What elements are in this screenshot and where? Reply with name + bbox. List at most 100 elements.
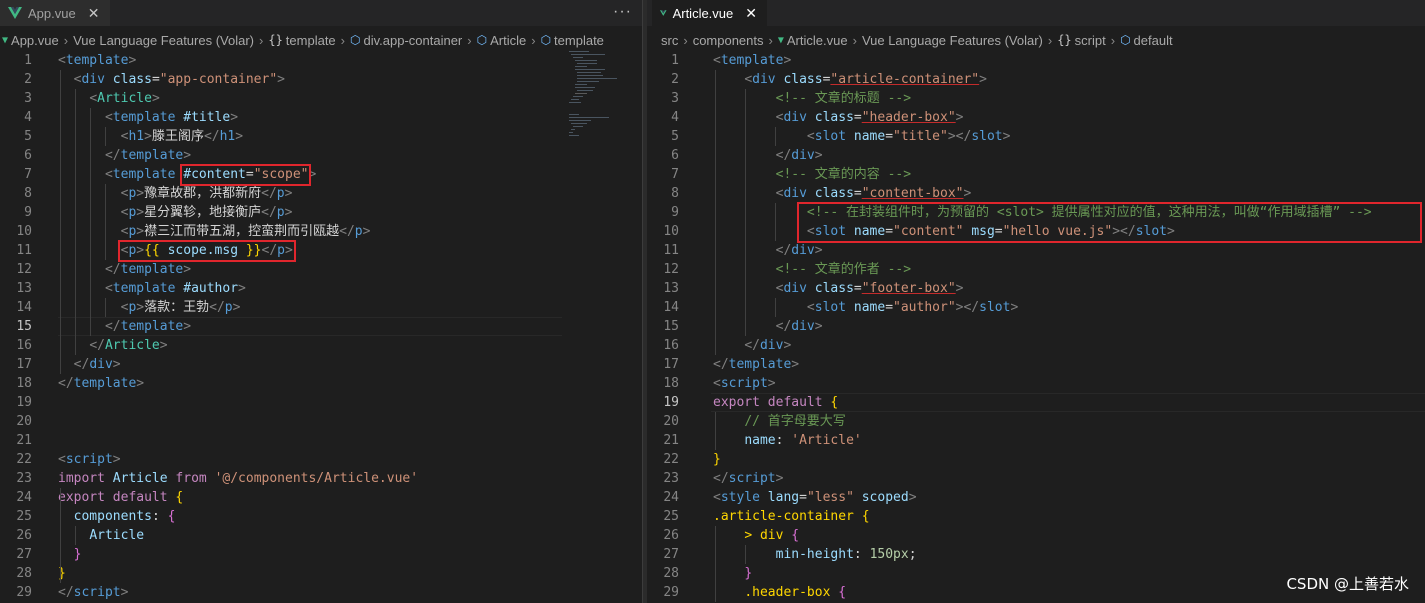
code-line[interactable]: 15 </div> — [647, 317, 1425, 336]
code-line[interactable]: 1 <template> — [647, 51, 1425, 70]
breadcrumb-item[interactable]: ⬡ default — [1120, 33, 1173, 48]
code-line[interactable]: 16 </Article> — [0, 336, 642, 355]
indent-guide — [105, 298, 106, 317]
close-icon[interactable]: ✕ — [88, 5, 100, 22]
code-line[interactable]: 28} — [0, 564, 642, 583]
code-line[interactable]: 24 <style lang="less" scoped> — [647, 488, 1425, 507]
indent-guide — [60, 488, 61, 583]
close-icon[interactable]: ✕ — [745, 5, 757, 22]
code-line[interactable]: 27 } — [0, 545, 642, 564]
code-line[interactable]: 5 <h1>滕王阁序</h1> — [0, 127, 642, 146]
code-line[interactable]: 22 <script> — [0, 450, 642, 469]
code-line[interactable]: 9 <p>星分翼轸，地接衡庐</p> — [0, 203, 642, 222]
breadcrumb-item[interactable]: {} script — [1057, 33, 1106, 48]
code-line[interactable]: 8 <div class="content-box"> — [647, 184, 1425, 203]
minimap-line — [571, 123, 587, 124]
line-number: 29 — [16, 585, 32, 600]
code-line[interactable]: 18 <script> — [647, 374, 1425, 393]
code-line[interactable]: 6 </template> — [0, 146, 642, 165]
minimap-line — [569, 114, 579, 115]
code-line[interactable]: 13 <template #author> — [0, 279, 642, 298]
code-line[interactable]: 1 <template> — [0, 51, 642, 70]
code-line[interactable]: 10 <p>襟三江而带五湖，控蛮荆而引瓯越</p> — [0, 222, 642, 241]
code-line[interactable]: 21 name: 'Article' — [647, 431, 1425, 450]
indent-guide — [775, 298, 776, 317]
code-line[interactable]: 7 <template #content="scope"> — [0, 165, 642, 184]
cube-icon: ⬡ — [540, 33, 552, 47]
line-number: 1 — [671, 53, 679, 68]
code-line[interactable]: 5 <slot name="title"></slot> — [647, 127, 1425, 146]
code-line[interactable]: 21 — [0, 431, 642, 450]
code-line[interactable]: 6 </div> — [647, 146, 1425, 165]
code-line[interactable]: 3 <!-- 文章的标题 --> — [647, 89, 1425, 108]
code-line[interactable]: 11 <p>{{ scope.msg }}</p> — [0, 241, 642, 260]
code-line[interactable]: 29 </script> — [0, 583, 642, 602]
breadcrumb-item[interactable]: components — [693, 33, 764, 48]
code-line[interactable]: 12 </template> — [0, 260, 642, 279]
breadcrumb-item[interactable]: ▼ App.vue — [2, 33, 59, 48]
code-line[interactable]: 4 <div class="header-box"> — [647, 108, 1425, 127]
code-line[interactable]: 16 </div> — [647, 336, 1425, 355]
code-line[interactable]: 3 <Article> — [0, 89, 642, 108]
code-text: </template> — [58, 260, 191, 279]
code-line[interactable]: 22} — [647, 450, 1425, 469]
code-line[interactable]: 20 // 首字母要大写 — [647, 412, 1425, 431]
code-line[interactable]: 4 <template #title> — [0, 108, 642, 127]
code-line[interactable]: 25 .article-container { — [647, 507, 1425, 526]
right-tab-bar: Article.vue ✕ — [647, 0, 1425, 26]
tab-article-vue[interactable]: Article.vue ✕ — [652, 0, 767, 26]
code-token: </ — [775, 148, 792, 163]
code-line[interactable]: 24 export default { — [0, 488, 642, 507]
line-number: 21 — [663, 433, 679, 448]
code-line[interactable]: 25 components: { — [0, 507, 642, 526]
code-line[interactable]: 12 <!-- 文章的作者 --> — [647, 260, 1425, 279]
code-line[interactable]: 26 > div { — [647, 526, 1425, 545]
code-line[interactable]: 23 </script> — [647, 469, 1425, 488]
code-line[interactable]: 17 </div> — [0, 355, 642, 374]
code-line[interactable]: 14 <slot name="author"></slot> — [647, 298, 1425, 317]
code-line[interactable]: 20 — [0, 412, 642, 431]
code-line[interactable]: 14 <p>落款：王勃</p> — [0, 298, 642, 317]
breadcrumb-label: Article.vue — [786, 32, 848, 48]
code-line[interactable]: 26 Article — [0, 526, 642, 545]
breadcrumb-item[interactable]: ⬡ div.app-container — [350, 33, 462, 48]
more-actions-icon[interactable]: ··· — [613, 3, 632, 21]
code-line[interactable]: 15 </template> — [0, 317, 642, 336]
code-line[interactable]: 11 </div> — [647, 241, 1425, 260]
code-text: </script> — [713, 469, 783, 488]
code-line[interactable]: 18 </template> — [0, 374, 642, 393]
breadcrumb-item[interactable]: ⬡ template — [541, 33, 604, 48]
code-line[interactable]: 2 <div class="app-container"> — [0, 70, 642, 89]
breadcrumb-item[interactable]: ▼ Article.vue — [778, 33, 848, 48]
code-token: class — [814, 110, 854, 125]
code-token: } — [713, 452, 721, 467]
right-editor-pane[interactable]: Article.vue ✕ src › components › ▼ Article.vu… — [647, 0, 1425, 603]
code-line[interactable]: 19 — [0, 393, 642, 412]
code-line[interactable]: 8 <p>豫章故郡，洪都新府</p> — [0, 184, 642, 203]
code-line[interactable]: 19 export default { — [647, 393, 1425, 412]
tab-app-vue[interactable]: App.vue ✕ — [0, 0, 110, 26]
code-token: { — [175, 490, 184, 505]
breadcrumb-item[interactable]: {} template — [268, 33, 335, 48]
breadcrumb-item[interactable]: Vue Language Features (Volar) — [73, 33, 254, 48]
breadcrumb-item[interactable]: ⬡ Article — [477, 33, 527, 48]
breadcrumb-item[interactable]: Vue Language Features (Volar) — [862, 33, 1043, 48]
code-line[interactable]: 2 <div class="article-container"> — [647, 70, 1425, 89]
indent-guide — [60, 70, 61, 374]
left-editor-pane[interactable]: App.vue ✕ ··· ▼ App.vue › Vue Language Feat… — [0, 0, 642, 603]
line-number: 19 — [16, 395, 32, 410]
breadcrumb-item[interactable]: src — [661, 33, 678, 48]
code-line[interactable]: 27 min-height: 150px; — [647, 545, 1425, 564]
code-line[interactable]: 17 </template> — [647, 355, 1425, 374]
code-line[interactable]: 23 import Article from '@/components/Arti… — [0, 469, 642, 488]
line-number: 21 — [16, 433, 32, 448]
code-token: </ — [203, 129, 220, 144]
minimap-line — [577, 81, 599, 82]
code-token: scoped — [861, 490, 909, 505]
code-text: </template> — [58, 374, 144, 393]
minimap[interactable] — [561, 51, 633, 141]
code-token: template — [65, 53, 129, 68]
code-line[interactable]: 7 <!-- 文章的内容 --> — [647, 165, 1425, 184]
code-line[interactable]: 13 <div class="footer-box"> — [647, 279, 1425, 298]
